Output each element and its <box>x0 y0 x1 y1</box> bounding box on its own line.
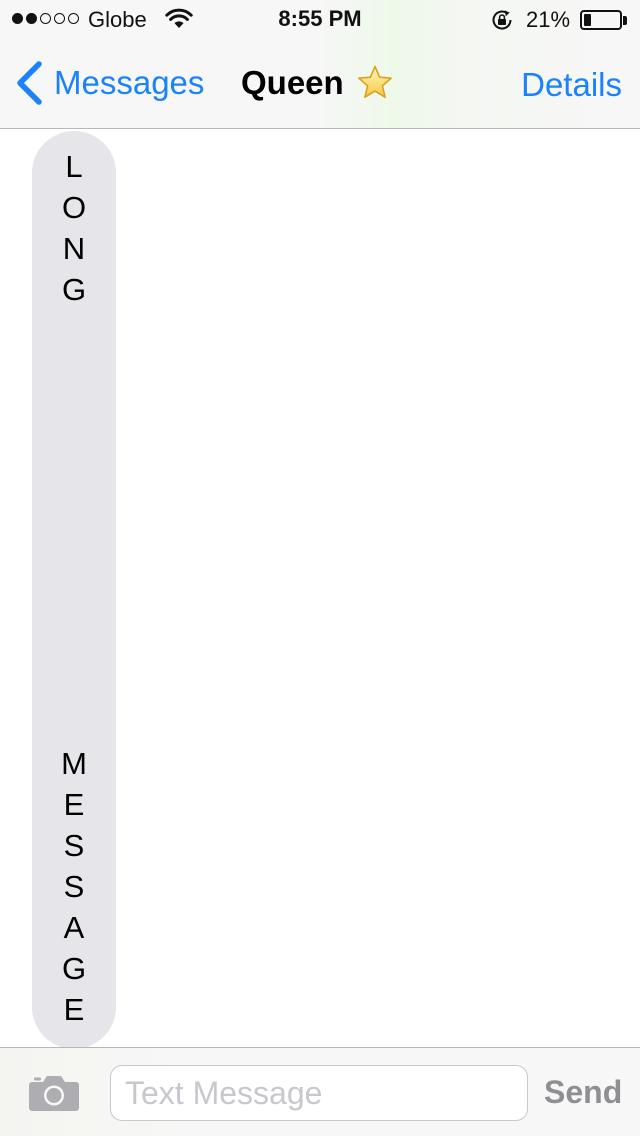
message-letter: G <box>61 272 87 307</box>
chevron-left-icon <box>17 61 42 105</box>
message-letter: L <box>65 149 83 184</box>
message-input-toolbar: Send <box>0 1047 640 1136</box>
message-letter: S <box>63 869 85 904</box>
contact-name: Queen <box>241 64 344 101</box>
top-chrome: Globe 8:55 PM 21% Messages Queen Details <box>0 0 640 129</box>
messages-conversation-screen: Globe 8:55 PM 21% Messages Queen Details… <box>0 0 640 1136</box>
message-letter: N <box>62 231 86 266</box>
battery-icon <box>580 10 622 30</box>
rotation-lock-icon <box>492 10 512 30</box>
message-letter: A <box>63 910 85 945</box>
details-button[interactable]: Details <box>521 66 622 104</box>
battery-level-fill <box>584 14 591 26</box>
message-letter: E <box>63 787 85 822</box>
message-letter: G <box>61 951 87 986</box>
battery-percentage: 21% <box>526 7 571 32</box>
text-message-input[interactable] <box>110 1065 528 1121</box>
back-button-label: Messages <box>54 64 205 101</box>
message-letter: M <box>61 746 87 781</box>
conversation-title: Queen <box>241 64 394 102</box>
star-icon <box>357 65 392 98</box>
message-letter: E <box>63 992 85 1027</box>
send-button[interactable]: Send <box>544 1074 622 1111</box>
back-to-messages-button[interactable]: Messages <box>14 60 204 106</box>
conversation-view[interactable]: LONGMESSAGE <box>0 129 640 1049</box>
received-message-bubble[interactable]: LONGMESSAGE <box>32 131 116 1049</box>
message-letter: O <box>61 190 87 225</box>
camera-icon[interactable] <box>28 1072 80 1112</box>
message-letter: S <box>63 828 85 863</box>
navigation-bar: Messages Queen Details <box>0 40 640 128</box>
battery-tip <box>623 16 627 25</box>
status-bar: Globe 8:55 PM 21% <box>0 0 640 40</box>
